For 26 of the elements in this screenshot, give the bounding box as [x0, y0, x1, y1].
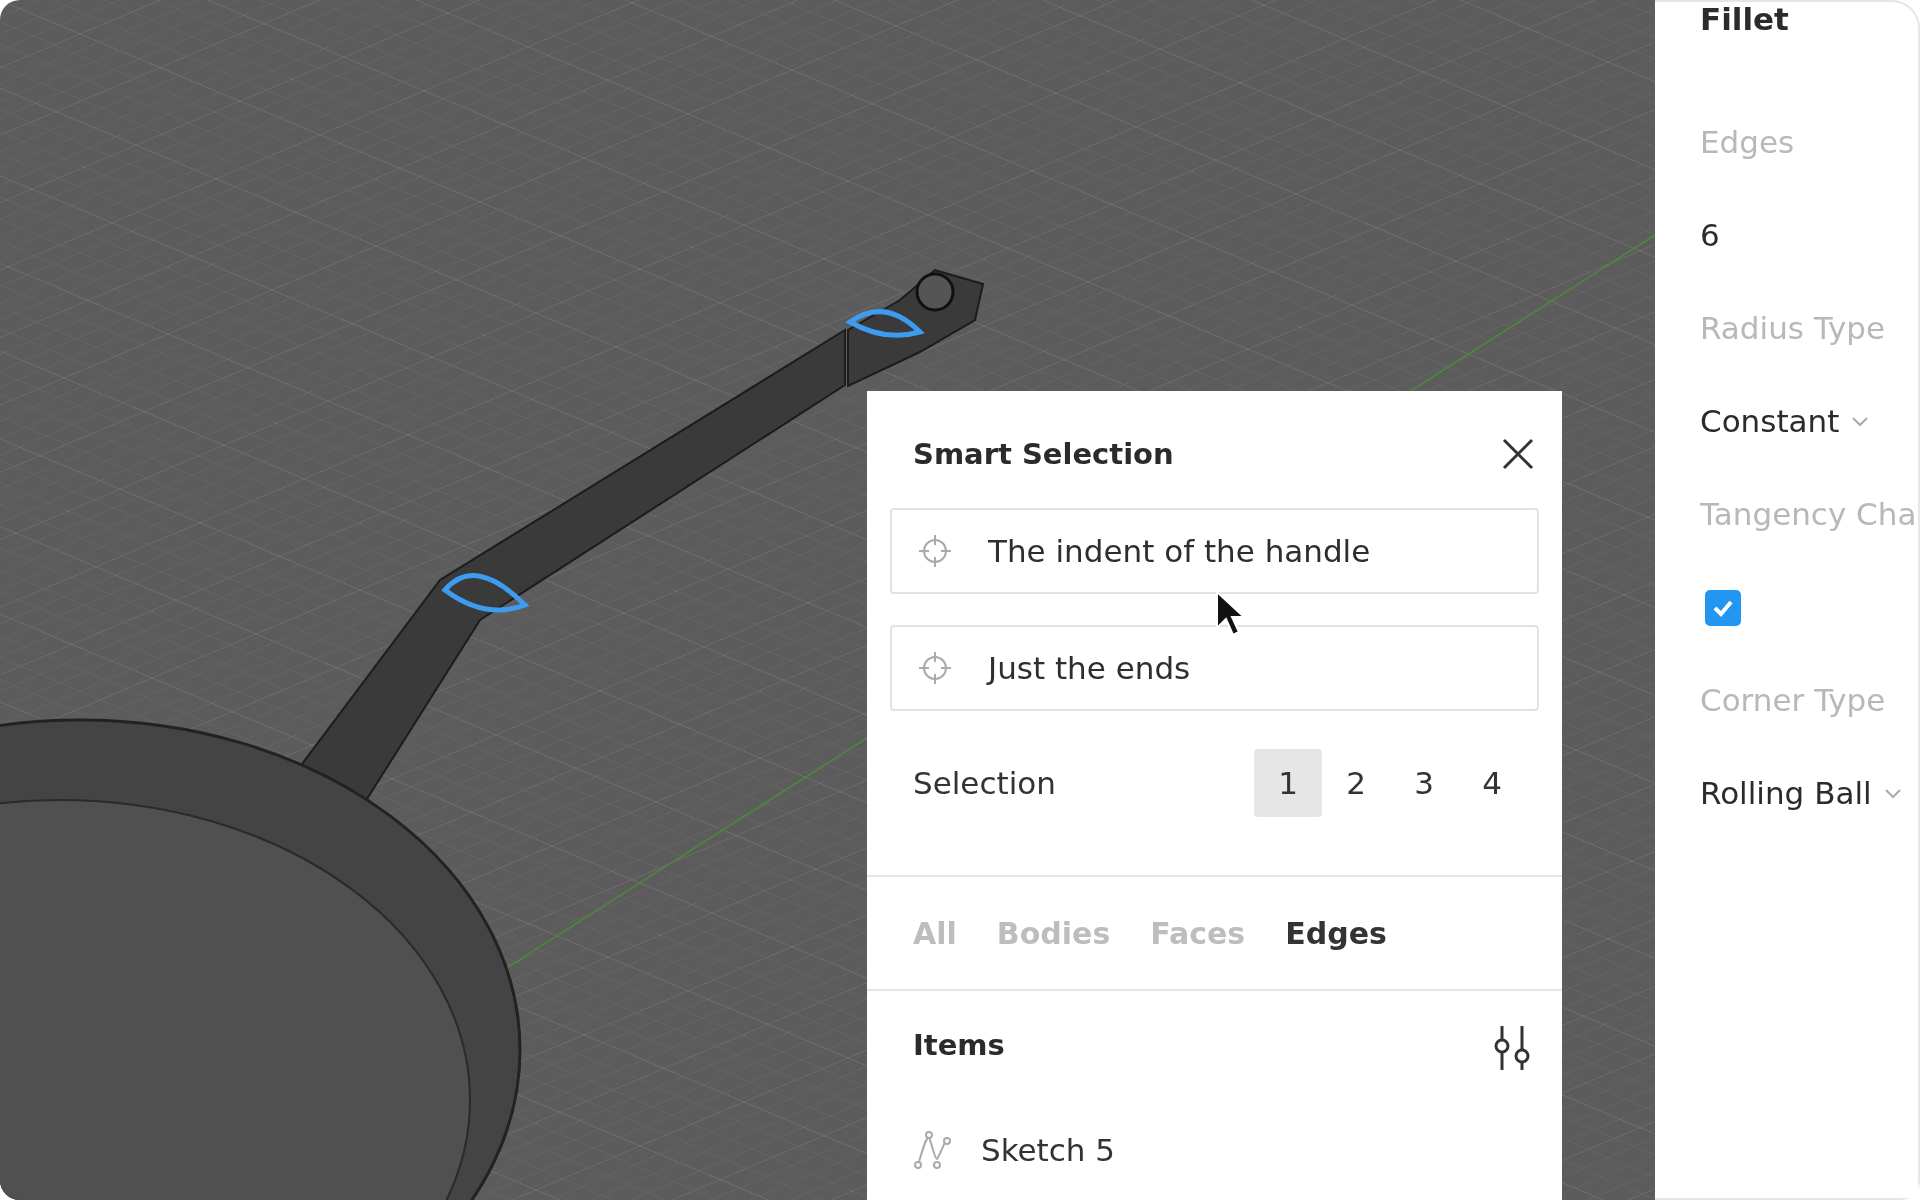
filter-tab[interactable]: Edges: [1285, 910, 1387, 956]
dialog-title: Smart Selection: [913, 435, 1174, 473]
crosshair-icon: [918, 650, 952, 685]
checkbox[interactable]: [1705, 589, 1741, 626]
selection-number[interactable]: 2: [1322, 748, 1390, 817]
dropdown[interactable]: Constant: [1700, 398, 1870, 445]
item-label[interactable]: Sketch 5: [981, 1126, 1116, 1174]
dropdown[interactable]: Rolling Ball: [1700, 770, 1902, 817]
selection-number[interactable]: 1: [1254, 748, 1322, 817]
field-label: Tangency Cha: [1700, 495, 1918, 535]
chevron-down-icon: [1883, 787, 1902, 800]
chevron-down-icon: [1851, 415, 1870, 428]
selection-number[interactable]: 4: [1458, 748, 1526, 817]
field-value: 6: [1700, 216, 1720, 256]
crosshair-icon: [918, 533, 952, 568]
prompt-option[interactable]: Just the ends: [890, 624, 1539, 711]
selection-label: Selection: [913, 763, 1056, 803]
field-label: Edges: [1700, 123, 1796, 163]
items-title: Items: [913, 1026, 1005, 1064]
checkmark-icon: [1712, 598, 1734, 617]
field-label: Corner Type: [1700, 681, 1887, 721]
prompt-option[interactable]: The indent of the handle: [890, 507, 1539, 594]
panel-title: Fillet: [1700, 2, 1790, 39]
selection-number[interactable]: 3: [1390, 748, 1458, 817]
field-label: Radius Type: [1700, 309, 1886, 349]
sketch-curve-icon: [913, 1129, 951, 1171]
